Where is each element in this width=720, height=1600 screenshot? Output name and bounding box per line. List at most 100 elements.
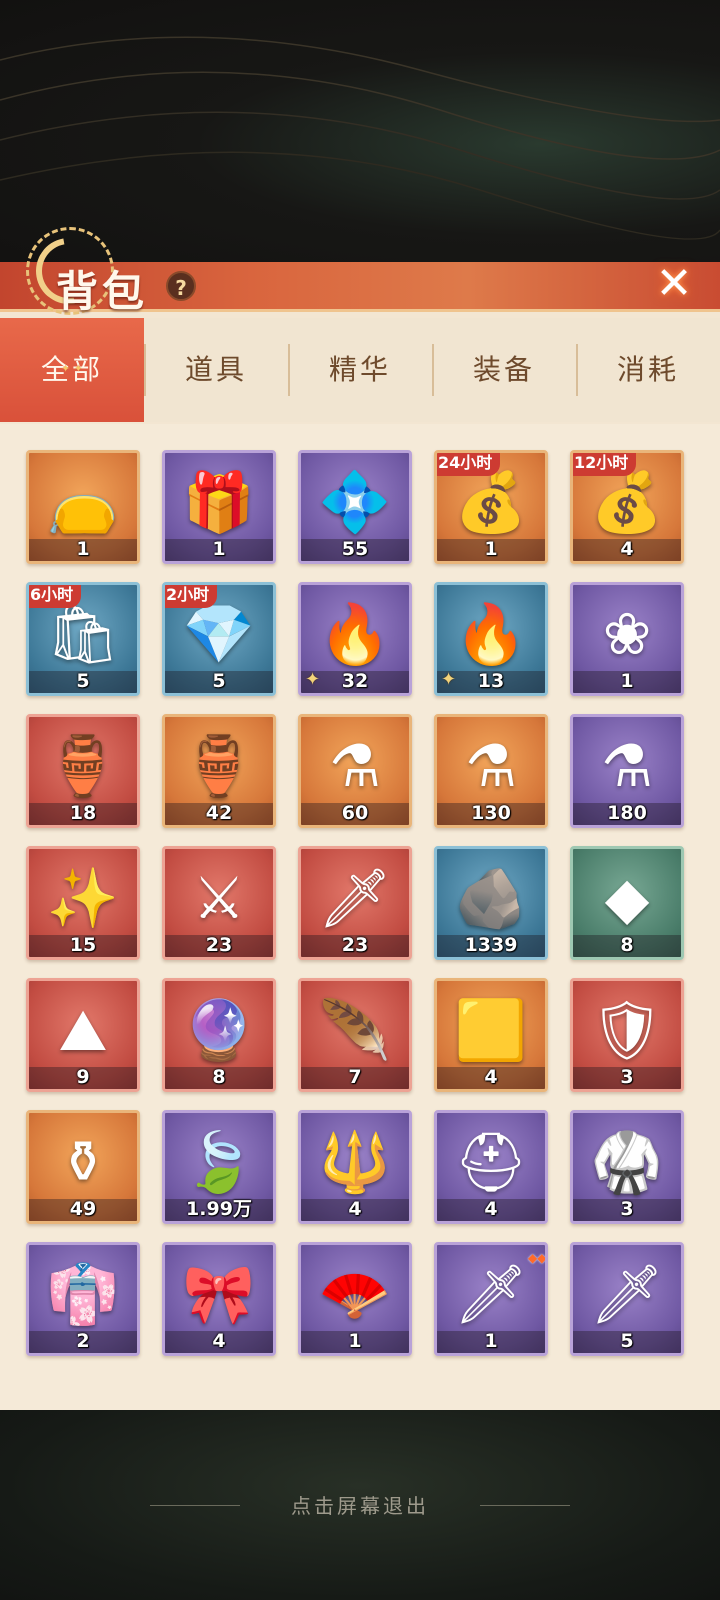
inventory-slot[interactable]: 🗡 23 [298,846,412,960]
item-count: 4 [484,1066,498,1088]
inventory-slot[interactable]: 🍃 1.99万 [162,1110,276,1224]
sword-banner-icon: 🛡 [590,996,664,1064]
red-helmet-icon: ⛑ [454,1128,528,1196]
inventory-slot[interactable]: 🥋 3 [570,1110,684,1224]
jade-treasure-chest-icon: 💰 [590,468,664,536]
item-count: 1 [484,538,498,560]
gold-crystal-icon: 🟨 [454,996,528,1064]
item-grid: 👝 1 🎁 1 💠 55 💰 1 24小时 💰 4 12小时 🛍 5 6小时 💎 5 2小时 🔥 32 ✦ 🔥 13 ✦ ❀ 1 🏺… [26,450,692,1356]
inventory-slot[interactable]: 👘 2 [26,1242,140,1356]
item-count: 8 [212,1066,226,1088]
blue-flower-icon: ❀ [602,600,652,668]
inventory-slot[interactable]: ⛰ 9 [26,978,140,1092]
jade-tray-icon: 💎 [182,600,256,668]
golden-pearl-icon: 🔮 [182,996,256,1064]
item-count: 4 [348,1198,362,1220]
item-count: 1.99万 [186,1198,252,1220]
inventory-slot[interactable]: 🏺 42 [162,714,276,828]
crystal-dust-icon: ⛰ [58,996,108,1064]
green-gourd-icon: 🏺 [46,732,120,800]
item-count: 55 [341,538,369,560]
item-count: 3 [620,1198,634,1220]
inventory-slot[interactable]: ❀ 1 [570,582,684,696]
tab-1[interactable]: 道具 [144,318,288,422]
close-icon[interactable]: ✕ [650,262,698,310]
inventory-slot[interactable]: ⚗ 130 [434,714,548,828]
item-count: 180 [607,802,647,824]
inventory-slot[interactable]: 🔥 13 ✦ [434,582,548,696]
item-count: 4 [484,1198,498,1220]
item-count: 1 [348,1330,362,1352]
bronze-sword-icon: 🗡 [590,1260,664,1328]
green-potion-icon: ⚗ [465,732,517,800]
fragment-icon: ✦ [441,669,457,690]
gold-box-icon: 🎁 [182,468,256,536]
timer-badge: 24小时 [437,453,501,476]
inventory-slot[interactable]: 🔱 4 [298,1110,412,1224]
inventory-slot[interactable]: 💠 55 [298,450,412,564]
blue-flame-soul-icon: 🔥 [454,600,528,668]
item-count: 23 [341,934,369,956]
item-count: 4 [620,538,634,560]
golden-trident-icon: 🔱 [318,1128,392,1196]
inventory-slot[interactable]: 🎁 1 [162,450,276,564]
item-count: 5 [620,1330,634,1352]
gold-armor-icon: 🥋 [590,1128,664,1196]
glowing-chest-icon: 💠 [318,468,392,536]
inventory-slot[interactable]: 👝 1 [26,450,140,564]
item-count: 9 [76,1066,90,1088]
inventory-slot[interactable]: ⚗ 60 [298,714,412,828]
item-count: 60 [341,802,369,824]
exit-hint[interactable]: 点击屏幕退出 [0,1490,720,1519]
item-count: 2 [76,1330,90,1352]
tab-0[interactable]: 全部 [0,318,144,422]
help-icon[interactable]: ? [166,271,196,301]
item-count: 5 [76,670,90,692]
item-count: 42 [205,802,233,824]
inventory-slot[interactable]: ⛑ 4 [434,1110,548,1224]
inventory-slot[interactable]: 🔮 8 [162,978,276,1092]
item-count: 18 [69,802,97,824]
inventory-slot[interactable]: 🗡 5 [570,1242,684,1356]
inventory-slot[interactable]: 🏺 18 [26,714,140,828]
inventory-slot[interactable]: 🎀 4 [162,1242,276,1356]
item-count: 1 [76,538,90,560]
inventory-slot[interactable]: 🛍 5 6小时 [26,582,140,696]
tab-4[interactable]: 消耗 [576,318,720,422]
inventory-slot[interactable]: ✨ 15 [26,846,140,960]
inventory-slot[interactable]: 🛡 3 [570,978,684,1092]
inventory-slot[interactable]: 🗡1 ◆◆◆ [434,1242,548,1356]
timer-badge: 6小时 [29,585,82,608]
item-count: 49 [69,1198,97,1220]
fragment-icon: ✦ [305,669,321,690]
inventory-slot[interactable]: ⚔ 23 [162,846,276,960]
lucky-bag-icon: 👝 [46,468,120,536]
item-count: 1 [484,1330,498,1352]
tab-2[interactable]: 精华 [288,318,432,422]
item-count: 5 [212,670,226,692]
pink-potion-icon: ⚗ [601,732,653,800]
ore-stone-icon: 🪨 [454,864,528,932]
tab-3[interactable]: 装备 [432,318,576,422]
inventory-slot[interactable]: 🪨 1339 [434,846,548,960]
item-count: 130 [471,802,511,824]
item-count: 1 [212,538,226,560]
golden-spear-icon: ⚔ [193,864,245,932]
category-tabs: 全部道具精华装备消耗 [0,318,720,422]
inventory-slot[interactable]: 🔥 32 ✦ [298,582,412,696]
purple-flame-soul-icon: 🔥 [318,600,392,668]
inventory-slot[interactable]: 🟨 4 [434,978,548,1092]
jade-sack-icon: 🛍 [46,600,120,668]
inventory-slot[interactable]: 💰 4 12小时 [570,450,684,564]
inventory-slot[interactable]: ⚗ 180 [570,714,684,828]
inventory-slot[interactable]: ◆ 8 [570,846,684,960]
item-count: 23 [205,934,233,956]
inventory-slot[interactable]: 🪶 7 [298,978,412,1092]
crystal-leaf-icon: 🍃 [182,1128,256,1196]
dark-dagger-icon: 🗡 [318,864,392,932]
inventory-slot[interactable]: 💎 5 2小时 [162,582,276,696]
inventory-slot[interactable]: 💰 1 24小时 [434,450,548,564]
purple-gourd-icon: 🏺 [182,732,256,800]
inventory-slot[interactable]: ⚱ 49 [26,1110,140,1224]
inventory-slot[interactable]: 🪭 1 [298,1242,412,1356]
